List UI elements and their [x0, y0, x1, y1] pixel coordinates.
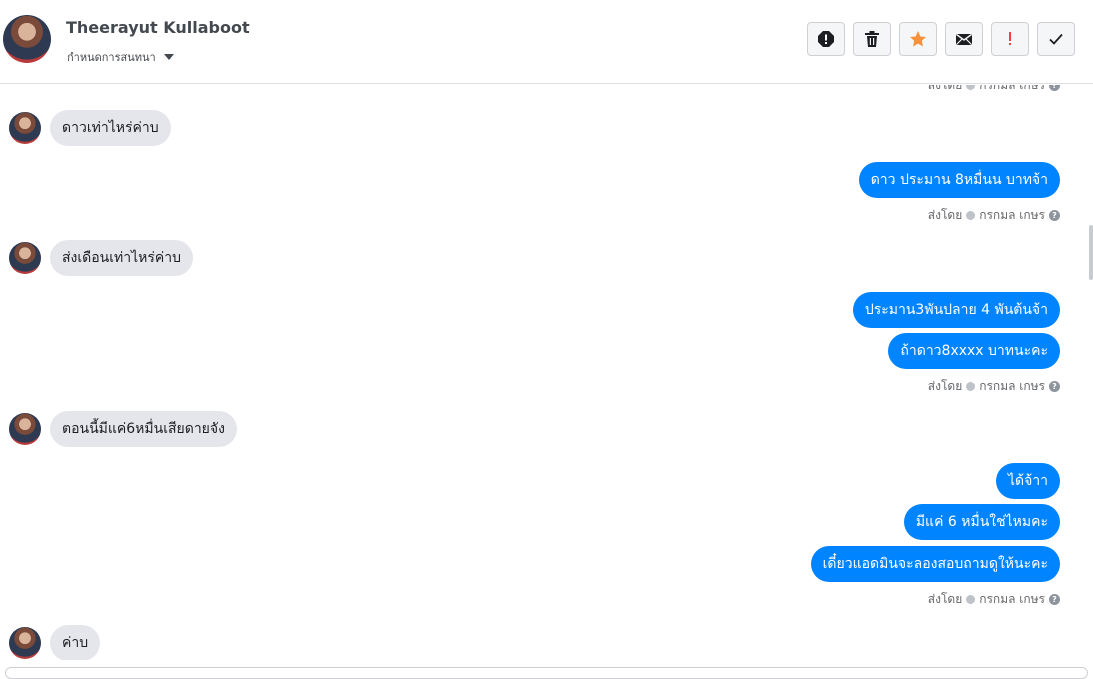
alert-octagon-icon	[818, 31, 834, 47]
message-row: ส่งเดือนเท่าไหร่ค่าบ	[9, 240, 194, 276]
sent-by-label: ส่งโดย กรกมล เกษร ?	[928, 206, 1060, 225]
avatar[interactable]	[9, 413, 41, 445]
mark-unread-button[interactable]	[945, 22, 983, 56]
incoming-message[interactable]: ตอนนี้มีแค่6หมื่นเสียดายจัง	[50, 411, 237, 447]
message-row: ได้จ้าา	[995, 463, 1060, 499]
message-row: ดาว ประมาน 8หมื่นน บาทจ้า	[858, 162, 1060, 198]
incoming-message[interactable]: ดาวเท่าไหร่ค่าบ	[50, 110, 171, 146]
avatar[interactable]	[9, 627, 41, 659]
help-icon[interactable]: ?	[1049, 85, 1060, 91]
conversation-header: Theerayut Kullaboot กำหนดการสนทนา	[0, 0, 1093, 84]
checkmark-icon	[1049, 33, 1063, 45]
toolbar	[807, 22, 1075, 56]
message-row: เดี๋ยวแอดมินจะลองสอบถามดูให้นะคะ	[810, 546, 1060, 582]
message-row: ถ้าดาว8xxxx บาทนะคะ	[888, 333, 1060, 369]
scrollbar[interactable]	[1089, 225, 1093, 280]
message-row: ประมาน3พันปลาย 4 พันต้นจ้า	[852, 292, 1060, 328]
message-row: มีแค่ 6 หมื่นใช่ไหมคะ	[903, 504, 1060, 540]
schedule-label: กำหนดการสนทนา	[67, 51, 156, 64]
help-icon[interactable]: ?	[1049, 594, 1060, 605]
star-icon	[910, 31, 926, 47]
message-row: ค่าบ	[9, 625, 101, 660]
caret-down-icon	[163, 54, 174, 60]
sender-name[interactable]: กรกมล เกษร	[979, 590, 1045, 609]
message-composer[interactable]	[5, 667, 1088, 679]
envelope-icon	[956, 33, 972, 45]
avatar[interactable]	[9, 242, 41, 274]
important-button[interactable]	[991, 22, 1029, 56]
outgoing-message[interactable]: ประมาน3พันปลาย 4 พันต้นจ้า	[852, 292, 1060, 328]
outgoing-message[interactable]: ถ้าดาว8xxxx บาทนะคะ	[888, 333, 1060, 369]
sender-name[interactable]: กรกมล เกษร	[979, 377, 1045, 396]
sent-check-icon	[966, 85, 976, 90]
sent-check-icon	[966, 595, 976, 604]
delete-button[interactable]	[853, 22, 891, 56]
message-row: ตอนนี้มีแค่6หมื่นเสียดายจัง	[9, 411, 237, 447]
outgoing-message[interactable]: มีแค่ 6 หมื่นใช่ไหมคะ	[903, 504, 1060, 540]
sent-check-icon	[966, 211, 976, 220]
incoming-message[interactable]: ค่าบ	[50, 625, 101, 660]
sender-name[interactable]: กรกมล เกษร	[979, 206, 1045, 225]
avatar[interactable]	[3, 15, 51, 63]
exclamation-icon	[1009, 32, 1011, 45]
message-thread[interactable]: ส่งโดย กรกมล เกษร ? ดาวเท่าไหร่ค่าบ ดาว …	[0, 85, 1093, 660]
sent-by-label: ส่งโดย กรกมล เกษร ?	[928, 377, 1060, 396]
outgoing-message[interactable]: ดาว ประมาน 8หมื่นน บาทจ้า	[858, 162, 1060, 198]
sender-name[interactable]: กรกมล เกษร	[979, 85, 1045, 95]
help-icon[interactable]: ?	[1049, 381, 1060, 392]
avatar[interactable]	[9, 112, 41, 144]
report-button[interactable]	[807, 22, 845, 56]
outgoing-message[interactable]: เดี๋ยวแอดมินจะลองสอบถามดูให้นะคะ	[810, 546, 1060, 582]
done-button[interactable]	[1037, 22, 1075, 56]
help-icon[interactable]: ?	[1049, 210, 1060, 221]
outgoing-message[interactable]: ได้จ้าา	[995, 463, 1060, 499]
message-row: ดาวเท่าไหร่ค่าบ	[9, 110, 171, 146]
sent-by-label: ส่งโดย กรกมล เกษร ?	[928, 590, 1060, 609]
incoming-message[interactable]: ส่งเดือนเท่าไหร่ค่าบ	[50, 240, 194, 276]
trash-icon	[865, 31, 879, 47]
contact-name[interactable]: Theerayut Kullaboot	[66, 18, 250, 37]
sent-by-label: ส่งโดย กรกมล เกษร ?	[928, 85, 1060, 95]
sent-check-icon	[966, 382, 976, 391]
schedule-dropdown[interactable]: กำหนดการสนทนา	[67, 48, 174, 66]
star-button[interactable]	[899, 22, 937, 56]
